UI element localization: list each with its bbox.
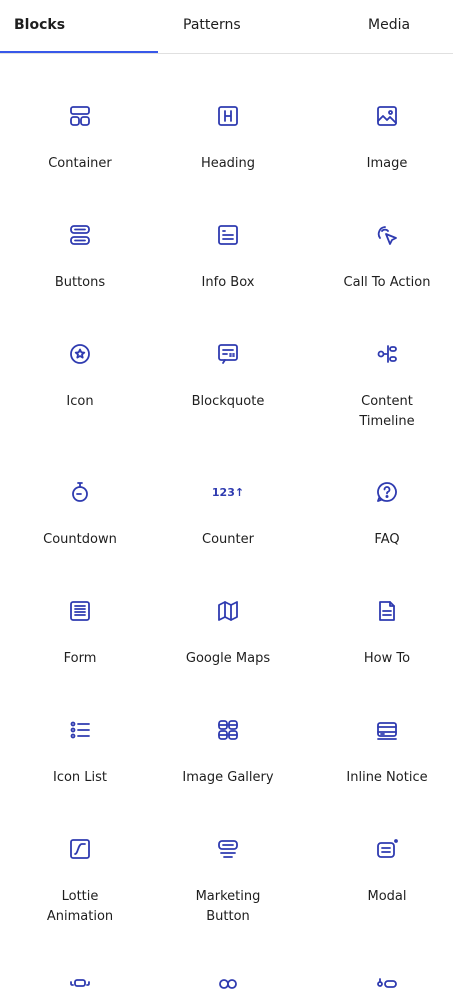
inline-notice-icon xyxy=(375,718,399,742)
block-label: Image xyxy=(366,156,408,171)
block-label: Countdown xyxy=(43,532,117,547)
block-label: FAQ xyxy=(374,532,400,547)
blockquote-icon xyxy=(216,342,240,366)
block-label: Modal xyxy=(367,889,407,904)
block-label: Heading xyxy=(200,156,256,171)
stopwatch-icon xyxy=(68,480,92,504)
how-to-icon xyxy=(375,599,399,623)
info-box-icon xyxy=(216,223,240,247)
block-label: Icon List xyxy=(52,770,108,785)
modal-icon xyxy=(375,837,399,861)
call-to-action-icon xyxy=(375,223,399,247)
partial-icon-1 xyxy=(68,976,92,1000)
counter-icon: 123↑ xyxy=(212,480,244,504)
block-label: Call To Action xyxy=(343,275,431,290)
gallery-icon xyxy=(216,718,240,742)
counter-glyph: 123↑ xyxy=(211,485,245,499)
inserter-tabs: Blocks Patterns Media xyxy=(0,0,453,54)
image-icon xyxy=(375,104,399,128)
block-label: Container xyxy=(48,156,112,171)
question-icon xyxy=(375,480,399,504)
map-icon xyxy=(216,599,240,623)
block-label: Image Gallery xyxy=(182,770,274,785)
star-circle-icon xyxy=(68,342,92,366)
container-icon xyxy=(68,104,92,128)
block-label: Marketing Button xyxy=(195,889,261,924)
lottie-icon xyxy=(68,837,92,861)
block-label: Icon xyxy=(66,394,94,409)
tab-patterns[interactable]: Patterns xyxy=(183,15,241,35)
block-label: Inline Notice xyxy=(346,770,428,785)
block-label: Buttons xyxy=(54,275,106,290)
heading-icon xyxy=(216,104,240,128)
block-label: Content Timeline xyxy=(359,394,415,429)
block-label: Google Maps xyxy=(185,651,271,666)
timeline-icon xyxy=(375,342,399,366)
form-icon xyxy=(68,599,92,623)
block-label: Counter xyxy=(202,532,254,547)
buttons-icon xyxy=(68,223,92,247)
block-label: Lottie Animation xyxy=(46,889,114,924)
partial-icon-3 xyxy=(375,976,399,1000)
block-label: How To xyxy=(363,651,411,666)
partial-icon-2 xyxy=(216,976,240,1000)
icon-list-icon xyxy=(68,718,92,742)
tab-blocks[interactable]: Blocks xyxy=(14,15,65,35)
marketing-button-icon xyxy=(216,837,240,861)
block-label: Form xyxy=(63,651,97,666)
active-tab-indicator xyxy=(0,51,158,53)
block-label: Blockquote xyxy=(191,394,265,409)
block-label: Info Box xyxy=(201,275,255,290)
tab-media[interactable]: Media xyxy=(368,15,410,35)
